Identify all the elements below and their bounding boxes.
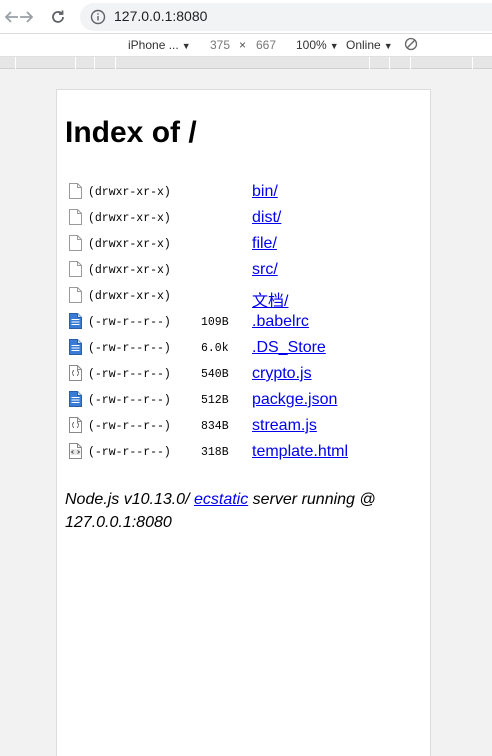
file-link[interactable]: crypto.js — [252, 365, 312, 383]
file-link[interactable]: stream.js — [252, 417, 317, 435]
list-item: (-rw-r--r--) 6.0k .DS_Store — [69, 336, 409, 362]
list-item: (drwxr-xr-x) dist/ — [69, 206, 409, 232]
device-viewport: Index of / (drwxr-xr-x) bin/ (drwxr-xr-x) d… — [56, 89, 431, 756]
file-link[interactable]: .DS_Store — [252, 339, 326, 357]
ruler-tick — [369, 57, 370, 69]
file-link[interactable]: template.html — [252, 443, 348, 461]
forward-arrow-icon[interactable] — [14, 5, 38, 29]
server-footer: Node.js v10.13.0/ ecstatic server runnin… — [65, 488, 415, 534]
dimension-separator: × — [239, 38, 247, 52]
file-permissions: (-rw-r--r--) — [88, 368, 171, 381]
device-select[interactable]: iPhone ... ▼ — [128, 38, 191, 52]
folder-file-icon — [69, 183, 82, 199]
zoom-select[interactable]: 100% ▼ — [296, 38, 339, 52]
file-size: 834B — [201, 420, 229, 433]
file-permissions: (-rw-r--r--) — [88, 316, 171, 329]
device-toolbar: iPhone ... ▼ 375 × 667 100% ▼ Online ▼ — [0, 34, 492, 57]
file-link[interactable]: file/ — [252, 235, 277, 253]
file-permissions: (drwxr-xr-x) — [88, 212, 171, 225]
file-size: 540B — [201, 368, 229, 381]
chevron-down-icon: ▼ — [329, 41, 339, 51]
ruler-tick — [115, 57, 116, 69]
file-permissions: (drwxr-xr-x) — [88, 264, 171, 277]
folder-file-icon — [69, 209, 82, 225]
page-title: Index of / — [65, 116, 197, 149]
file-permissions: (-rw-r--r--) — [88, 342, 171, 355]
file-permissions: (-rw-r--r--) — [88, 394, 171, 407]
html-file-icon — [69, 443, 82, 459]
text-file-icon — [69, 339, 82, 355]
rotate-icon[interactable] — [404, 37, 420, 53]
ruler-tick — [75, 57, 76, 69]
list-item: (drwxr-xr-x) file/ — [69, 232, 409, 258]
text-file-icon — [69, 313, 82, 329]
reload-icon[interactable] — [46, 5, 70, 29]
file-size: 512B — [201, 394, 229, 407]
directory-listing: (drwxr-xr-x) bin/(drwxr-xr-x) dist/(drwxr-… — [69, 180, 409, 466]
list-item: (drwxr-xr-x) bin/ — [69, 180, 409, 206]
ruler-tick — [410, 57, 411, 69]
list-item: (-rw-r--r--) 109B .babelrc — [69, 310, 409, 336]
file-link[interactable]: bin/ — [252, 183, 278, 201]
ecstatic-link[interactable]: ecstatic — [194, 491, 248, 508]
file-permissions: (drwxr-xr-x) — [88, 290, 171, 303]
file-permissions: (drwxr-xr-x) — [88, 186, 171, 199]
footer-prefix: Node.js v10.13.0/ — [65, 491, 194, 508]
list-item: (drwxr-xr-x) 文档/ — [69, 284, 409, 310]
url-text: 127.0.0.1:8080 — [114, 8, 208, 24]
chevron-down-icon: ▼ — [181, 41, 191, 51]
script-file-icon — [69, 417, 82, 433]
list-item: (-rw-r--r--) 512B packge.json — [69, 388, 409, 414]
viewport-width-input[interactable]: 375 — [210, 38, 230, 52]
folder-file-icon — [69, 235, 82, 251]
list-item: (-rw-r--r--) 318B template.html — [69, 440, 409, 466]
device-select-label: iPhone ... — [128, 38, 179, 52]
list-item: (-rw-r--r--) 834B stream.js — [69, 414, 409, 440]
ruler-tick — [389, 57, 390, 69]
zoom-select-label: 100% — [296, 38, 327, 52]
file-size: 6.0k — [201, 342, 229, 355]
site-info-icon[interactable] — [90, 9, 106, 25]
file-link[interactable]: .babelrc — [252, 313, 309, 331]
browser-address-bar: 127.0.0.1:8080 — [0, 0, 492, 34]
url-bar[interactable]: 127.0.0.1:8080 — [80, 3, 492, 31]
chevron-down-icon: ▼ — [383, 41, 393, 51]
file-link[interactable]: 文档/ — [252, 287, 288, 311]
media-query-ruler — [0, 57, 492, 69]
file-link[interactable]: src/ — [252, 261, 278, 279]
script-file-icon — [69, 365, 82, 381]
file-permissions: (drwxr-xr-x) — [88, 238, 171, 251]
file-size: 318B — [201, 446, 229, 459]
network-select-label: Online — [346, 38, 381, 52]
network-throttle-select[interactable]: Online ▼ — [346, 38, 393, 52]
folder-file-icon — [69, 261, 82, 277]
list-item: (-rw-r--r--) 540B crypto.js — [69, 362, 409, 388]
viewport-height-input[interactable]: 667 — [256, 38, 276, 52]
file-link[interactable]: dist/ — [252, 209, 281, 227]
folder-file-icon — [69, 287, 82, 303]
list-item: (drwxr-xr-x) src/ — [69, 258, 409, 284]
file-size: 109B — [201, 316, 229, 329]
text-file-icon — [69, 391, 82, 407]
file-permissions: (-rw-r--r--) — [88, 420, 171, 433]
ruler-tick — [472, 57, 473, 69]
ruler-tick — [15, 57, 16, 69]
file-link[interactable]: packge.json — [252, 391, 337, 409]
file-permissions: (-rw-r--r--) — [88, 446, 171, 459]
ruler-tick — [94, 57, 95, 69]
